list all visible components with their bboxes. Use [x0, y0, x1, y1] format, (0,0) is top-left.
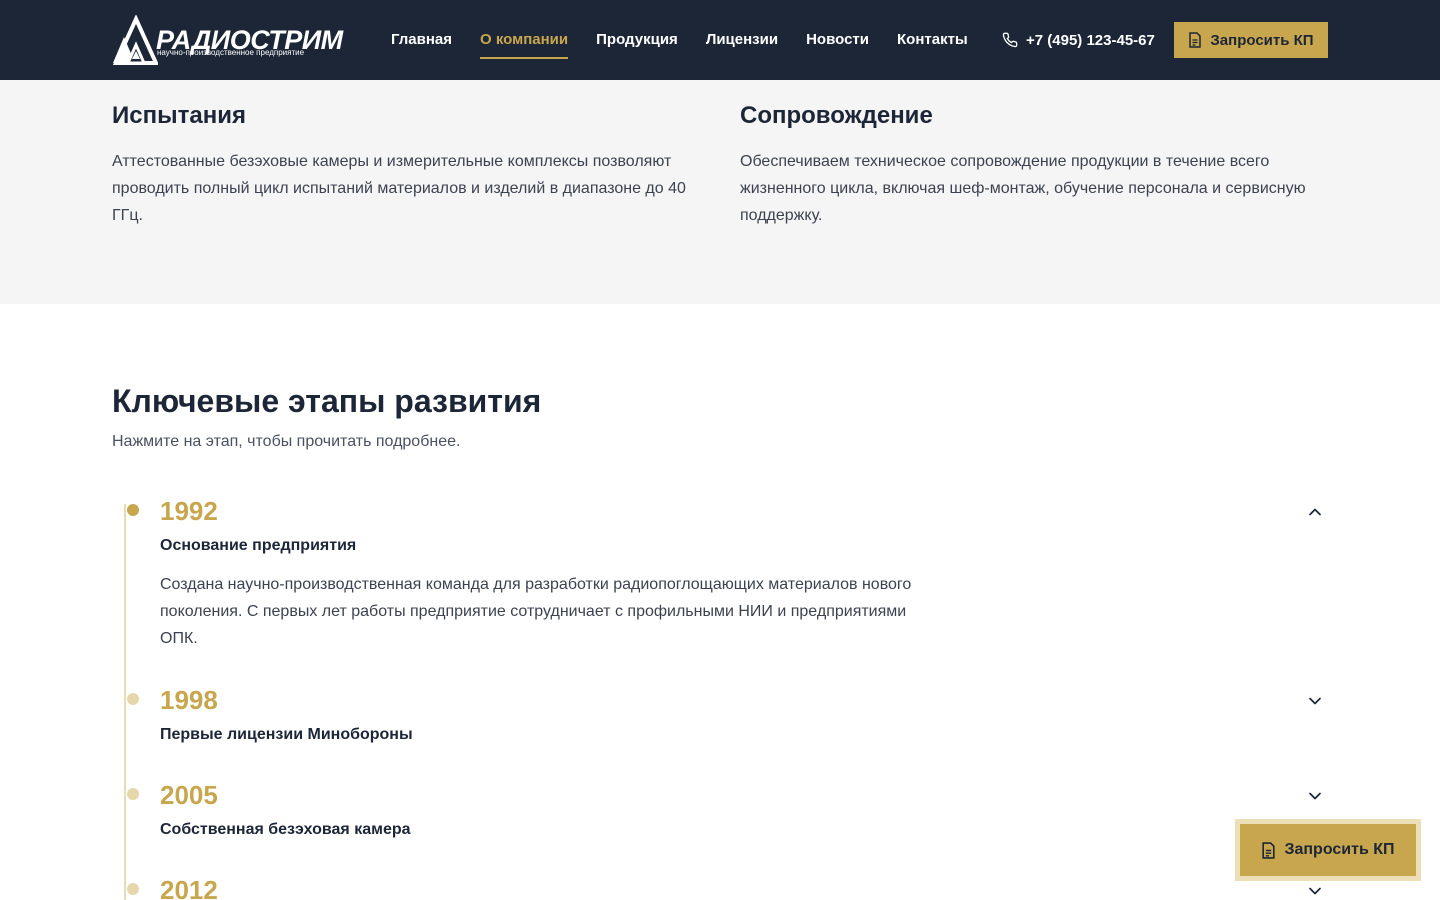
floating-request-quote-inner[interactable]: Запросить КП: [1240, 824, 1416, 876]
chevron-down-icon[interactable]: [1307, 788, 1323, 804]
request-quote-label: Запросить КП: [1210, 31, 1314, 49]
stage-title: Первые лицензии Минобороны: [160, 726, 413, 743]
nav-item-about[interactable]: О компании: [480, 0, 569, 80]
service-title: Сопровождение: [740, 102, 933, 129]
stage-title: Основание предприятия: [160, 537, 357, 554]
service-title: Испытания: [112, 102, 246, 129]
main-nav: Главная О компании Продукция Лицензии Но…: [391, 0, 968, 80]
request-quote-button[interactable]: Запросить КП: [1174, 22, 1328, 58]
timeline-dot: [127, 788, 139, 800]
nav-item-home[interactable]: Главная: [391, 0, 452, 80]
stage-year: 1992: [160, 496, 218, 526]
document-icon: [1189, 32, 1202, 48]
nav-item-contacts[interactable]: Контакты: [897, 0, 968, 80]
timeline-stage-1998[interactable]: 1998 Первые лицензии Минобороны: [112, 681, 1328, 743]
service-card-support: Сопровождение Обеспечиваем техническое с…: [740, 100, 1330, 229]
stage-year: 2012: [160, 875, 218, 900]
timeline: 1992 Основание предприятия Создана научн…: [112, 492, 1328, 900]
stage-year: 1998: [160, 685, 218, 715]
logo[interactable]: РАДИОСТРИМ научно-производственное предп…: [112, 15, 343, 65]
timeline-stage-2005[interactable]: 2005 Собственная безэховая камера: [112, 776, 1328, 838]
services-section: Испытания Аттестованные безэховые камеры…: [0, 80, 1440, 304]
floating-request-quote-button[interactable]: Запросить КП: [1235, 819, 1421, 881]
nav-item-licenses[interactable]: Лицензии: [706, 0, 778, 80]
service-text: Обеспечиваем техническое сопровождение п…: [740, 153, 1306, 224]
timeline-dot: [127, 504, 139, 516]
timeline-stage-2012[interactable]: 2012: [112, 871, 1328, 900]
stage-title: Собственная безэховая камера: [160, 821, 411, 838]
timeline-dot: [127, 693, 139, 705]
timeline-title: Ключевые этапы развития: [112, 383, 542, 419]
nav-item-products[interactable]: Продукция: [596, 0, 678, 80]
floating-request-quote-label: Запросить КП: [1284, 841, 1395, 858]
timeline-subtitle: Нажмите на этап, чтобы прочитать подробн…: [112, 433, 461, 450]
document-icon: [1262, 841, 1276, 859]
chevron-up-icon[interactable]: [1307, 504, 1323, 520]
chevron-down-icon[interactable]: [1307, 693, 1323, 709]
service-text: Аттестованные безэховые камеры и измерит…: [112, 153, 686, 224]
chevron-down-icon[interactable]: [1307, 883, 1323, 899]
nav-item-news[interactable]: Новости: [806, 0, 869, 80]
timeline-stage-1992[interactable]: 1992 Основание предприятия Создана научн…: [112, 492, 1328, 652]
stage-year: 2005: [160, 780, 218, 810]
site-header: РАДИОСТРИМ научно-производственное предп…: [0, 0, 1440, 80]
phone-icon: [1002, 32, 1018, 48]
stage-description: Создана научно-производственная команда …: [160, 576, 912, 647]
timeline-dot: [127, 883, 139, 895]
service-card-testing: Испытания Аттестованные безэховые камеры…: [112, 100, 702, 229]
logo-mark-icon: [112, 15, 158, 65]
phone-number: +7 (495) 123-45-67: [1026, 31, 1155, 49]
phone-link[interactable]: +7 (495) 123-45-67: [1002, 28, 1155, 52]
logo-subtitle: научно-производственное предприятие: [157, 48, 305, 57]
